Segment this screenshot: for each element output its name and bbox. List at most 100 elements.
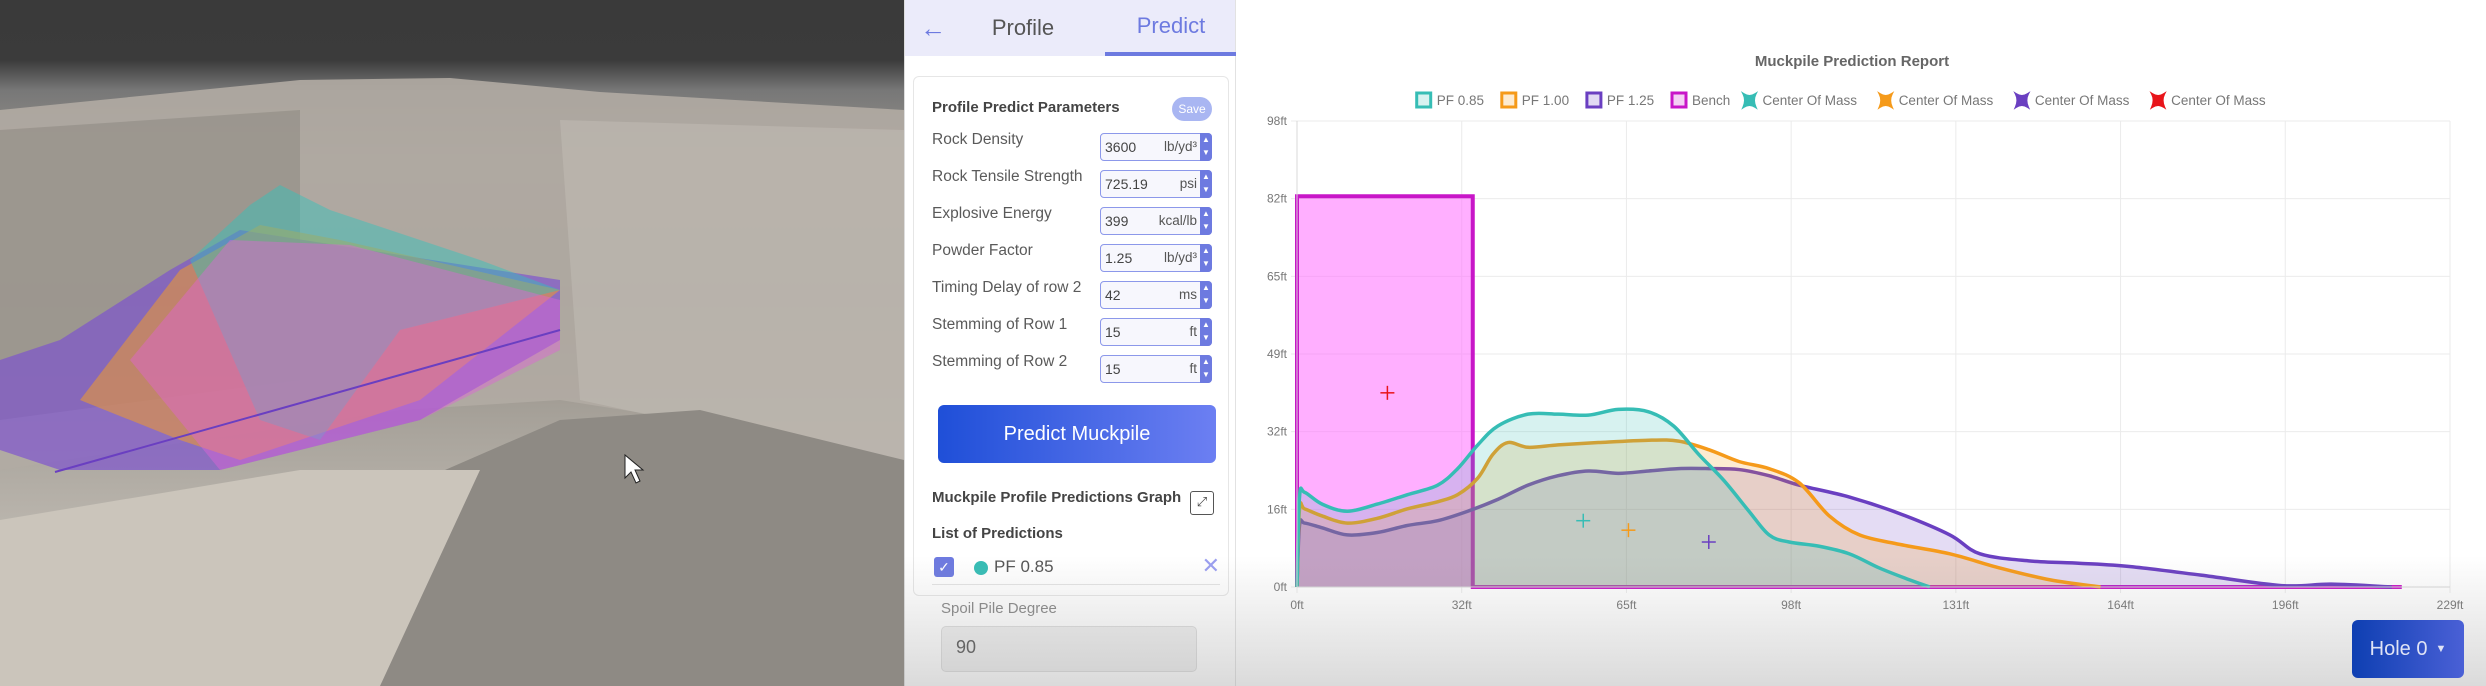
tab-profile[interactable]: Profile xyxy=(961,0,1085,56)
x-tick-label: 32ft xyxy=(1452,598,1473,612)
legend-swatch-icon xyxy=(1670,91,1688,109)
param-unit: lb/yd³ xyxy=(1163,250,1197,265)
legend-label: PF 1.00 xyxy=(1522,93,1569,108)
powder-factor-input[interactable]: 1.25 lb/yd³ ▲ ▼ xyxy=(1100,244,1212,272)
graph-label: Muckpile Profile Predictions Graph xyxy=(932,489,1182,506)
param-value: 42 xyxy=(1105,287,1121,303)
params-title: Profile Predict Parameters xyxy=(932,99,1120,116)
tensile-strength-input[interactable]: 725.19 psi ▲ ▼ xyxy=(1100,170,1212,198)
x-tick-label: 131ft xyxy=(1943,598,1970,612)
param-row-rock-density: Rock Density 3600 lb/yd³ ▲ ▼ xyxy=(932,131,1222,161)
legend-item: Center Of Mass xyxy=(2013,91,2130,110)
param-value: 3600 xyxy=(1105,139,1137,155)
param-label: Explosive Energy xyxy=(932,205,1052,222)
spinner-icon[interactable]: ▲ ▼ xyxy=(1200,244,1212,272)
param-row-explosive-energy: Explosive Energy 399 kcal/lb ▲ ▼ xyxy=(932,205,1222,235)
y-tick-label: 0ft xyxy=(1274,580,1288,594)
param-row-tensile-strength: Rock Tensile Strength 725.19 psi ▲ ▼ xyxy=(932,168,1222,198)
expand-icon[interactable]: ⤢ xyxy=(1190,491,1214,515)
timing-delay-input[interactable]: 42 ms ▲ ▼ xyxy=(1100,281,1212,309)
param-unit: ft xyxy=(1189,361,1197,376)
chart-svg: Muckpile Prediction Report PF 0.85 PF 1.0… xyxy=(1267,53,2464,612)
hole-selector-dropdown[interactable]: Hole 0 ▼ xyxy=(2352,620,2464,678)
param-row-timing-delay: Timing Delay of row 2 42 ms ▲ ▼ xyxy=(932,279,1222,309)
legend-label: PF 0.85 xyxy=(1437,93,1484,108)
chart-title: Muckpile Prediction Report xyxy=(1755,53,1949,70)
x-tick-label: 164ft xyxy=(2107,598,2134,612)
rock-density-input[interactable]: 3600 lb/yd³ ▲ ▼ xyxy=(1100,133,1212,161)
param-label: Stemming of Row 1 xyxy=(932,316,1068,333)
legend-swatch-icon xyxy=(1500,91,1518,109)
back-button[interactable]: ← xyxy=(905,0,961,56)
prediction-checkbox[interactable]: ✓ xyxy=(934,557,954,577)
spinner-icon[interactable]: ▲ ▼ xyxy=(1200,318,1212,346)
legend-item: PF 1.00 xyxy=(1500,91,1569,109)
save-button[interactable]: Save xyxy=(1172,97,1212,121)
muckpile-chart: Muckpile Prediction Report PF 0.85 PF 1.0… xyxy=(1236,0,2486,686)
param-row-powder-factor: Powder Factor 1.25 lb/yd³ ▲ ▼ xyxy=(932,242,1222,272)
series-layer xyxy=(1295,194,2402,589)
y-tick-label: 32ft xyxy=(1267,425,1288,439)
param-label: Rock Tensile Strength xyxy=(932,168,1083,185)
stemming-row1-input[interactable]: 15 ft ▲ ▼ xyxy=(1100,318,1212,346)
param-value: 725.19 xyxy=(1105,176,1148,192)
legend-label: Bench xyxy=(1692,93,1730,108)
spoil-pile-degree-input[interactable]: 90 xyxy=(941,626,1197,672)
param-label: Powder Factor xyxy=(932,242,1033,259)
predict-muckpile-button[interactable]: Predict Muckpile xyxy=(938,405,1216,463)
chart-legend: PF 0.85 PF 1.00 PF 1.25 Bench Center Of Mass… xyxy=(1415,91,2266,110)
hole-selector-label: Hole 0 xyxy=(2369,637,2428,660)
legend-label: PF 1.25 xyxy=(1607,93,1654,108)
3d-viewport[interactable] xyxy=(0,0,904,686)
x-tick-label: 196ft xyxy=(2272,598,2299,612)
y-tick-label: 49ft xyxy=(1267,347,1288,361)
close-icon[interactable]: ✕ xyxy=(1202,553,1220,579)
legend-label: Center Of Mass xyxy=(1763,93,1858,108)
stemming-row2-input[interactable]: 15 ft ▲ ▼ xyxy=(1100,355,1212,383)
param-label: Timing Delay of row 2 xyxy=(932,279,1082,296)
check-icon: ✓ xyxy=(938,559,950,575)
x-tick-label: 98ft xyxy=(1781,598,1802,612)
y-tick-label: 16ft xyxy=(1267,502,1288,516)
param-value: 15 xyxy=(1105,361,1121,377)
param-label: Rock Density xyxy=(932,131,1024,148)
param-row-stemming-row2: Stemming of Row 2 15 ft ▲ ▼ xyxy=(932,353,1222,383)
explosive-energy-input[interactable]: 399 kcal/lb ▲ ▼ xyxy=(1100,207,1212,235)
legend-item: PF 0.85 xyxy=(1415,91,1484,109)
param-unit: ms xyxy=(1179,287,1197,302)
legend-item: Center Of Mass xyxy=(1740,91,1858,110)
legend-swatch-icon xyxy=(1585,91,1603,109)
param-value: 15 xyxy=(1105,324,1121,340)
tab-bar: ← Profile Predict xyxy=(905,0,1237,56)
param-unit: kcal/lb xyxy=(1158,213,1197,228)
y-tick-label: 82ft xyxy=(1267,192,1288,206)
params-card: Profile Predict Parameters Save Rock Den… xyxy=(913,76,1229,596)
tab-predict[interactable]: Predict xyxy=(1105,0,1237,56)
param-value: 399 xyxy=(1105,213,1129,229)
spinner-icon[interactable]: ▲ ▼ xyxy=(1200,133,1212,161)
list-label: List of Predictions xyxy=(932,525,1063,542)
spinner-icon[interactable]: ▲ ▼ xyxy=(1200,355,1212,383)
legend-label: Center Of Mass xyxy=(2171,93,2266,108)
spoil-pile-label: Spoil Pile Degree xyxy=(941,600,1057,617)
x-tick-label: 229ft xyxy=(2437,598,2464,612)
param-row-stemming-row1: Stemming of Row 1 15 ft ▲ ▼ xyxy=(932,316,1222,346)
param-unit: psi xyxy=(1179,176,1197,191)
y-tick-label: 98ft xyxy=(1267,114,1288,128)
spinner-icon[interactable]: ▲ ▼ xyxy=(1200,207,1212,235)
legend-cross-icon xyxy=(2013,91,2031,110)
color-dot-icon xyxy=(974,561,988,575)
quarry-scene xyxy=(0,78,904,686)
param-unit: lb/yd³ xyxy=(1163,139,1197,154)
legend-item: PF 1.25 xyxy=(1585,91,1654,109)
legend-swatch-icon xyxy=(1415,91,1433,109)
legend-item: Center Of Mass xyxy=(2149,91,2266,110)
param-unit: ft xyxy=(1189,324,1197,339)
legend-cross-icon xyxy=(2149,91,2167,110)
param-label: Stemming of Row 2 xyxy=(932,353,1068,370)
spinner-icon[interactable]: ▲ ▼ xyxy=(1200,281,1212,309)
arrow-left-icon: ← xyxy=(920,12,946,43)
prediction-list-item: ✓ PF 0.85 ✕ xyxy=(932,553,1220,585)
spinner-icon[interactable]: ▲ ▼ xyxy=(1200,170,1212,198)
y-tick-label: 65ft xyxy=(1267,269,1288,283)
